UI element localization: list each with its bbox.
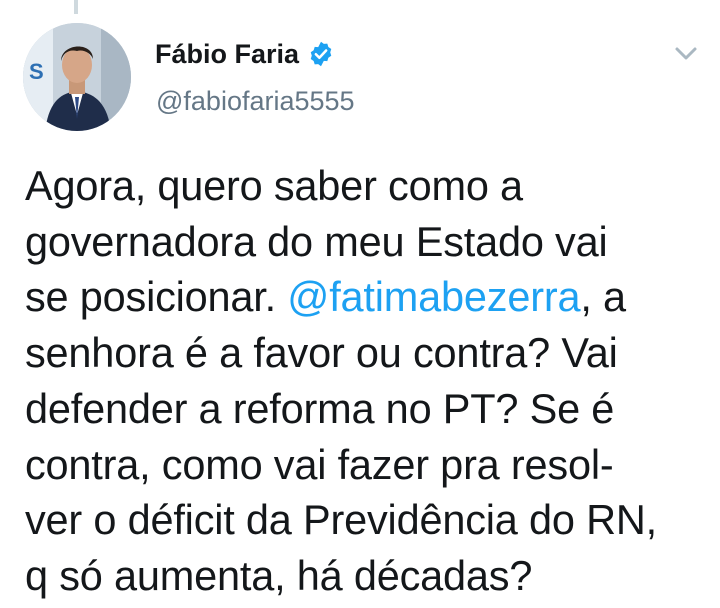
tweet-text-line: se posicionar. @fatimabezerra, a [25, 269, 705, 325]
chevron-down-icon[interactable] [671, 38, 701, 68]
tweet-text-line: senhora é a favor ou contra? Vai [25, 329, 618, 377]
svg-text:S: S [29, 59, 44, 84]
tweet-text-line: governadora do meu Estado vai [25, 217, 608, 265]
tweet-text: Agora, quero saber como a governadora do… [25, 158, 705, 604]
tweet-text-line: Agora, quero saber como a [25, 162, 523, 209]
tweet-text-line: ver o déficit da Previdência do RN, [25, 496, 657, 544]
mention-link[interactable]: @fatimabezerra [287, 273, 580, 320]
tweet-text-line: defender a reforma no PT? Se é [25, 384, 615, 432]
avatar[interactable]: S [23, 23, 131, 131]
tweet-text-segment: se posicionar. [25, 273, 288, 321]
thread-connector-line [74, 0, 78, 14]
tweet-text-segment: , a [580, 273, 626, 321]
tweet-card: S Fábio Faria @fabiofaria5555 Agora, que… [0, 0, 720, 608]
author-display-name[interactable]: Fábio Faria [155, 39, 299, 70]
author-name-row[interactable]: Fábio Faria [155, 36, 335, 72]
tweet-text-line: contra, como vai fazer pra resol- [25, 440, 614, 488]
verified-badge-icon [307, 40, 335, 68]
avatar-photo: S [23, 23, 131, 131]
author-handle[interactable]: @fabiofaria5555 [156, 86, 355, 117]
tweet-text-line: q só aumenta, há décadas? [25, 551, 533, 599]
